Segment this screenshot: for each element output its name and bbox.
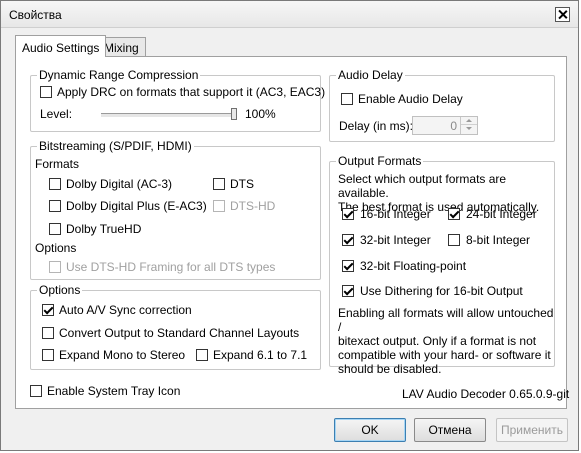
audio-delay-group-title: Audio Delay [336,68,405,82]
audio-settings-panel: Dynamic Range Compression Apply DRC on f… [15,56,570,409]
options-group: Options Auto A/V Sync correction Convert… [30,283,321,370]
spin-up-icon[interactable] [461,117,477,125]
options-group-title: Options [37,283,83,297]
drc-group-title: Dynamic Range Compression [37,68,201,82]
dts-hd-checkbox[interactable] [213,200,225,212]
bitstreaming-options-label: Options [35,241,77,255]
formats-label: Formats [35,157,80,171]
dtshd-framing-checkbox[interactable] [49,261,61,273]
dolby-digital-plus-checkbox[interactable] [49,200,61,212]
expand-mono-label: Expand Mono to Stereo [59,348,186,362]
expand-61-checkbox[interactable] [196,349,208,361]
title-bar[interactable]: Свойства [1,1,578,28]
system-tray-label: Enable System Tray Icon [47,384,181,398]
tab-audio-settings[interactable]: Audio Settings [15,35,107,57]
dithering-label: Use Dithering for 16-bit Output [360,284,523,298]
24bit-integer-label: 24-bit Integer [466,207,537,221]
dts-hd-label: DTS-HD [230,199,276,213]
16bit-integer-label: 16-bit Integer [360,207,431,221]
output-formats-note-line-4: should be disabled. [338,362,442,376]
delay-spin-buttons [460,117,477,134]
delay-spinbox[interactable]: 0 [412,116,478,135]
dolby-truehd-label: Dolby TrueHD [66,222,142,236]
expand-mono-checkbox[interactable] [42,349,54,361]
dtshd-framing-label: Use DTS-HD Framing for all DTS types [66,260,276,274]
output-formats-note-line-3: compatible with your hard- or software i… [338,348,551,362]
8bit-integer-label: 8-bit Integer [466,233,531,247]
close-icon[interactable] [555,7,570,22]
properties-dialog: Свойства Audio Settings Mixing Dynamic R… [0,0,579,451]
delay-value: 0 [450,119,457,133]
enable-audio-delay-checkbox[interactable] [341,93,353,105]
bitstreaming-group-title: Bitstreaming (S/PDIF, HDMI) [37,139,194,153]
16bit-integer-checkbox[interactable] [342,208,354,220]
bitstreaming-group: Bitstreaming (S/PDIF, HDMI) Formats Dolb… [30,139,321,280]
apply-drc-label: Apply DRC on formats that support it (AC… [57,85,326,99]
dithering-checkbox[interactable] [342,285,354,297]
auto-av-sync-label: Auto A/V Sync correction [59,303,192,317]
dolby-digital-plus-label: Dolby Digital Plus (E-AC3) [66,199,207,213]
cancel-button[interactable]: Отмена [414,418,486,442]
level-label: Level: [40,107,73,121]
system-tray-checkbox[interactable] [30,385,42,397]
level-slider-handle[interactable] [231,108,237,120]
dolby-digital-label: Dolby Digital (AC-3) [66,177,173,191]
output-formats-description-line-1: Select which output formats are availabl… [338,172,507,200]
32bit-float-checkbox[interactable] [342,260,354,272]
ok-button[interactable]: OK [334,418,406,442]
32bit-float-label: 32-bit Floating-point [360,259,467,273]
output-formats-group-title: Output Formats [336,154,424,168]
output-formats-note-line-2: bitexact output. Only if a format is not [338,334,537,348]
drc-group: Dynamic Range Compression Apply DRC on f… [30,68,325,132]
delay-ms-label: Delay (in ms): [339,119,414,133]
32bit-integer-checkbox[interactable] [342,234,354,246]
8bit-integer-checkbox[interactable] [448,234,460,246]
spin-down-icon[interactable] [461,125,477,133]
32bit-integer-label: 32-bit Integer [360,233,431,247]
dolby-truehd-checkbox[interactable] [49,223,61,235]
dolby-digital-checkbox[interactable] [49,178,61,190]
expand-61-label: Expand 6.1 to 7.1 [213,348,308,362]
apply-drc-checkbox[interactable] [40,86,52,98]
auto-av-sync-checkbox[interactable] [42,304,54,316]
output-formats-note: Enabling all formats will allow untouche… [338,306,554,376]
window-title: Свойства [9,8,62,22]
convert-output-label: Convert Output to Standard Channel Layou… [59,326,300,340]
24bit-integer-checkbox[interactable] [448,208,460,220]
output-formats-group: Output Formats Select which output forma… [329,154,555,376]
enable-audio-delay-label: Enable Audio Delay [358,92,463,106]
apply-button[interactable]: Применить [496,418,568,442]
level-value: 100% [245,107,276,121]
level-slider-track[interactable] [101,113,237,118]
version-label: LAV Audio Decoder 0.65.0.9-git [402,387,570,401]
dts-label: DTS [230,177,254,191]
audio-delay-group: Audio Delay Enable Audio Delay Delay (in… [329,68,555,142]
dts-checkbox[interactable] [213,178,225,190]
output-formats-note-line-1: Enabling all formats will allow untouche… [338,306,554,334]
convert-output-checkbox[interactable] [42,327,54,339]
